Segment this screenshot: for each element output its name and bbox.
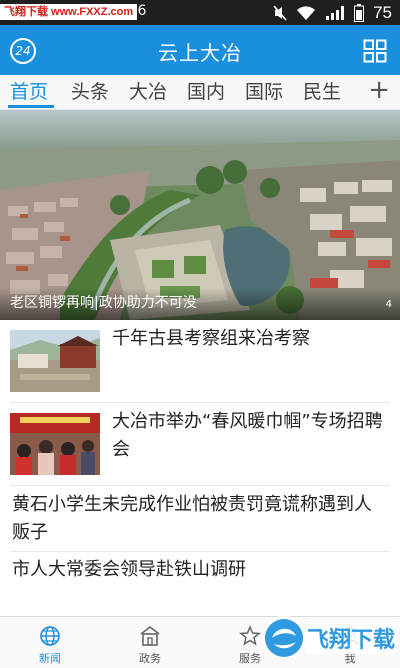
grid-icon[interactable] [363, 39, 387, 63]
nav-government-label: 政务 [139, 652, 161, 665]
nav-government[interactable]: 政务 [110, 617, 190, 668]
news-title: 市人大常委会领导赴铁山调研 [12, 559, 246, 580]
watermark-logo: 飞翔下载 [262, 616, 396, 660]
news-title: 千年古县考察组来冶考察 [112, 328, 310, 349]
app-bar: 24 云上大冶 [0, 25, 400, 75]
globe-icon [40, 626, 60, 646]
hero-page-indicator: 4 [385, 299, 392, 310]
battery-level: 75 [373, 2, 392, 22]
news-item[interactable]: 大冶市举办“春风暖巾帼”专场招聘会 [10, 402, 390, 486]
wifi-icon [297, 5, 316, 20]
app-title: 云上大冶 [158, 41, 242, 65]
mute-icon [273, 4, 287, 21]
tab-headlines[interactable]: 头条 [71, 77, 109, 104]
tab-daye[interactable]: 大冶 [129, 77, 167, 104]
news-thumbnail [10, 330, 100, 392]
nav-news[interactable]: 新闻 [10, 617, 90, 668]
category-tabs: 首页 头条 大冶 国内 国际 民生 + [0, 75, 400, 110]
news-thumbnail [10, 413, 100, 475]
news-title: 大冶市举办“春风暖巾帼”专场招聘会 [112, 411, 383, 460]
hero-banner[interactable]: 老区铜锣再响|政协助力不可没 4 [0, 110, 400, 320]
news-item[interactable]: 千年古县考察组来冶考察 [10, 320, 390, 403]
news-item[interactable]: 市人大常委会领导赴铁山调研 [10, 551, 390, 591]
tab-domestic[interactable]: 国内 [187, 77, 225, 104]
tab-international[interactable]: 国际 [245, 77, 283, 104]
hero-caption: 老区铜锣再响|政协助力不可没 [10, 295, 197, 311]
tab-home[interactable]: 首页 [10, 77, 48, 104]
tab-livelihood[interactable]: 民生 [303, 77, 341, 104]
battery-icon [354, 3, 365, 22]
nav-news-label: 新闻 [39, 652, 61, 665]
active-tab-indicator [8, 105, 54, 108]
watermark-logo-text: 飞翔下载 [307, 627, 395, 653]
watermark-text: 飞翔下载 www.FXXZ.com [0, 4, 138, 20]
signal-icon [326, 5, 345, 20]
status-icons: 75 [273, 0, 392, 25]
add-tab-button[interactable]: + [368, 75, 390, 105]
news-title: 黄石小学生未完成作业怕被责罚竟谎称遇到人贩子 [12, 494, 372, 543]
building-icon [140, 625, 160, 646]
status-bar: 11:26 75 飞翔下载 www.FXXZ.com [0, 0, 400, 25]
news-item[interactable]: 黄石小学生未完成作业怕被责罚竟谎称遇到人贩子 [10, 485, 390, 552]
